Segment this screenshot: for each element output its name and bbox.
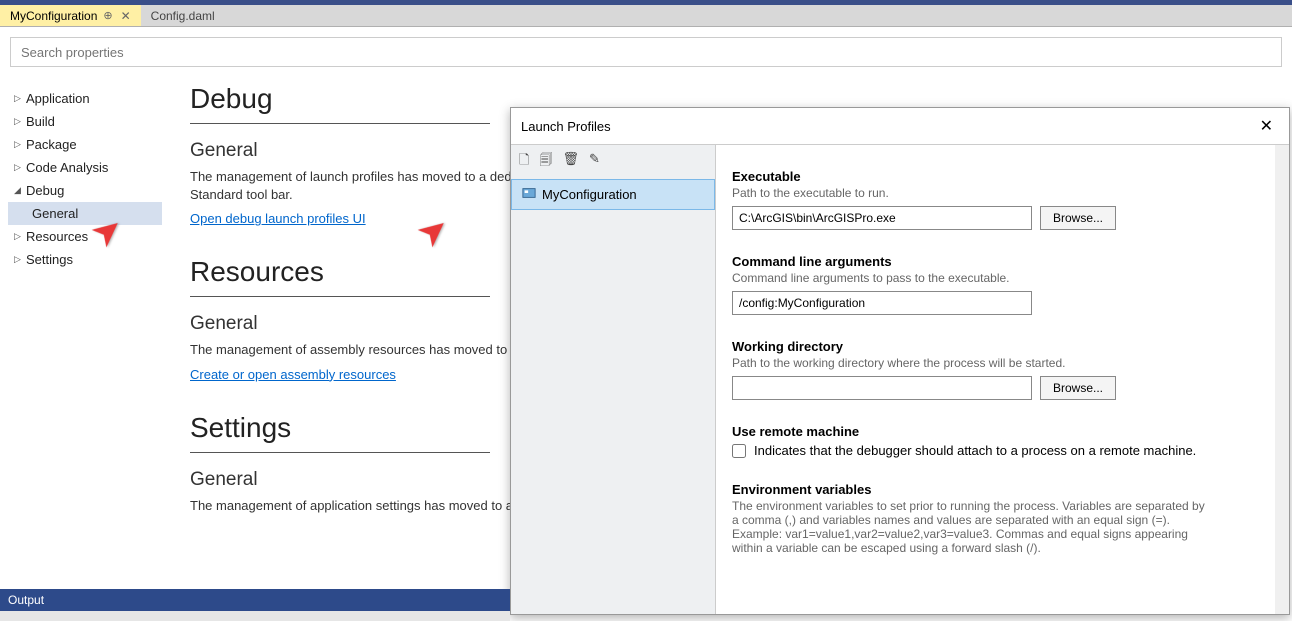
executable-icon: [522, 186, 536, 203]
args-hint: Command line arguments to pass to the ex…: [732, 271, 1273, 285]
args-label: Command line arguments: [732, 254, 1273, 269]
profiles-toolbar: 🗋 🗐 🗑 ✎: [511, 145, 715, 179]
remote-checkbox[interactable]: [732, 444, 746, 458]
chevron-right-icon: ▷: [14, 93, 26, 104]
new-profile-icon[interactable]: 🗋: [519, 151, 529, 173]
sidebar-item-label: Resources: [26, 229, 88, 244]
document-tabs: MyConfiguration ⊕ ✕ Config.daml: [0, 5, 1292, 27]
profile-settings-panel: Executable Path to the executable to run…: [716, 145, 1289, 614]
section-divider: [190, 452, 490, 453]
sidebar-item-label: Build: [26, 114, 55, 129]
profile-item-myconfiguration[interactable]: MyConfiguration: [511, 179, 715, 210]
sidebar-item-build[interactable]: ▷Build: [8, 110, 162, 133]
output-panel-body: [0, 611, 510, 621]
env-label: Environment variables: [732, 482, 1273, 497]
sidebar-item-label: Application: [26, 91, 90, 106]
browse-workdir-button[interactable]: Browse...: [1040, 376, 1116, 400]
sidebar-item-application[interactable]: ▷Application: [8, 87, 162, 110]
tab-config-daml[interactable]: Config.daml: [141, 5, 225, 26]
executable-label: Executable: [732, 169, 1273, 184]
pin-icon[interactable]: ⊕: [103, 9, 112, 22]
profiles-panel: 🗋 🗐 🗑 ✎ MyConfiguration: [511, 145, 716, 614]
open-launch-profiles-link[interactable]: Open debug launch profiles UI: [190, 211, 366, 226]
profile-item-label: MyConfiguration: [542, 187, 637, 202]
executable-input[interactable]: [732, 206, 1032, 230]
sidebar-item-label: Code Analysis: [26, 160, 108, 175]
section-divider: [190, 296, 490, 297]
sidebar-item-label: General: [32, 206, 78, 221]
output-panel-header[interactable]: Output: [0, 589, 510, 611]
search-bar: [10, 37, 1282, 67]
browse-executable-button[interactable]: Browse...: [1040, 206, 1116, 230]
sidebar-item-settings[interactable]: ▷Settings: [8, 248, 162, 271]
tab-label: Config.daml: [151, 9, 215, 23]
sidebar-item-resources[interactable]: ▷Resources: [8, 225, 162, 248]
sidebar-item-label: Debug: [26, 183, 64, 198]
args-input[interactable]: [732, 291, 1032, 315]
search-input[interactable]: [10, 37, 1282, 67]
sidebar-item-code-analysis[interactable]: ▷Code Analysis: [8, 156, 162, 179]
workdir-input[interactable]: [732, 376, 1032, 400]
scrollbar[interactable]: [1275, 145, 1289, 614]
delete-profile-icon[interactable]: 🗑: [562, 151, 579, 173]
properties-sidebar: ▷Application ▷Build ▷Package ▷Code Analy…: [0, 77, 170, 607]
duplicate-profile-icon[interactable]: 🗐: [539, 151, 552, 173]
rename-profile-icon[interactable]: ✎: [589, 151, 600, 173]
dialog-titlebar: Launch Profiles ✕: [511, 108, 1289, 144]
tab-myconfiguration[interactable]: MyConfiguration ⊕ ✕: [0, 5, 141, 26]
workdir-label: Working directory: [732, 339, 1273, 354]
sidebar-item-label: Package: [26, 137, 77, 152]
close-icon[interactable]: ✕: [121, 9, 131, 23]
launch-profiles-dialog: Launch Profiles ✕ 🗋 🗐 🗑 ✎ MyConfiguratio…: [510, 107, 1290, 615]
tab-label: MyConfiguration: [10, 9, 97, 23]
env-hint: The environment variables to set prior t…: [732, 499, 1212, 555]
section-divider: [190, 123, 490, 124]
open-resources-link[interactable]: Create or open assembly resources: [190, 367, 396, 382]
chevron-right-icon: ▷: [14, 116, 26, 127]
sidebar-item-label: Settings: [26, 252, 73, 267]
remote-label: Use remote machine: [732, 424, 1273, 439]
output-label: Output: [8, 593, 44, 607]
sidebar-item-debug-general[interactable]: General: [8, 202, 162, 225]
chevron-right-icon: ▷: [14, 254, 26, 265]
sidebar-item-debug[interactable]: ◢Debug: [8, 179, 162, 202]
executable-hint: Path to the executable to run.: [732, 186, 1273, 200]
chevron-right-icon: ▷: [14, 231, 26, 242]
sidebar-item-package[interactable]: ▷Package: [8, 133, 162, 156]
chevron-right-icon: ▷: [14, 139, 26, 150]
dialog-title: Launch Profiles: [521, 119, 611, 134]
chevron-down-icon: ◢: [14, 185, 26, 196]
chevron-right-icon: ▷: [14, 162, 26, 173]
workdir-hint: Path to the working directory where the …: [732, 356, 1273, 370]
remote-desc: Indicates that the debugger should attac…: [754, 443, 1196, 458]
close-icon[interactable]: ✕: [1254, 114, 1279, 138]
